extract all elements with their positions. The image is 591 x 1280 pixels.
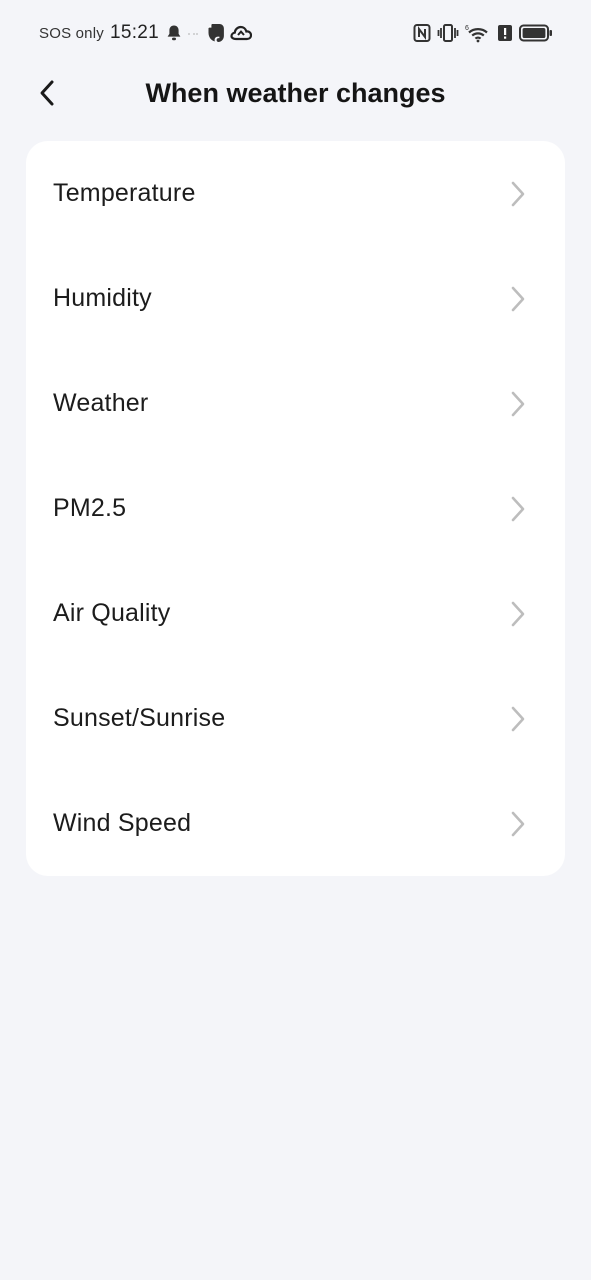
vibrate-icon xyxy=(437,23,459,43)
clock: 15:21 xyxy=(109,22,160,43)
condition-item-temperature[interactable]: Temperature xyxy=(26,141,565,246)
page-title: When weather changes xyxy=(145,78,446,108)
cloud-icon xyxy=(230,24,253,42)
condition-item-weather[interactable]: Weather xyxy=(26,351,565,456)
battery-icon xyxy=(519,24,553,42)
chevron-right-icon xyxy=(508,390,528,418)
chevron-right-icon xyxy=(508,705,528,733)
header: When weather changes xyxy=(0,66,591,120)
notification-dots-icon xyxy=(186,30,200,36)
chevron-right-icon xyxy=(508,180,528,208)
wifi-icon: 6 xyxy=(465,23,491,43)
chevron-right-icon xyxy=(508,285,528,313)
condition-label: Humidity xyxy=(53,284,152,312)
svg-text:6: 6 xyxy=(465,25,469,32)
status-left: SOS only 15:21 xyxy=(39,20,253,46)
condition-label: Temperature xyxy=(53,179,196,207)
bell-icon xyxy=(166,24,182,42)
chevron-right-icon xyxy=(508,810,528,838)
carrier-text: SOS only xyxy=(39,24,104,42)
evernote-icon xyxy=(206,22,226,44)
status-right: 6 xyxy=(413,20,553,46)
chevron-right-icon xyxy=(508,495,528,523)
alert-icon xyxy=(497,23,513,43)
conditions-card: Temperature Humidity Weather PM2.5 Air Q… xyxy=(26,141,565,876)
chevron-right-icon xyxy=(508,600,528,628)
condition-item-wind-speed[interactable]: Wind Speed xyxy=(26,771,565,876)
condition-item-sunset-sunrise[interactable]: Sunset/Sunrise xyxy=(26,666,565,771)
status-bar: SOS only 15:21 6 xyxy=(0,0,591,66)
condition-label: PM2.5 xyxy=(53,494,127,522)
condition-item-air-quality[interactable]: Air Quality xyxy=(26,561,565,666)
condition-item-pm25[interactable]: PM2.5 xyxy=(26,456,565,561)
condition-label: Sunset/Sunrise xyxy=(53,704,226,732)
condition-label: Weather xyxy=(53,389,149,417)
condition-label: Wind Speed xyxy=(53,809,192,837)
condition-label: Air Quality xyxy=(53,599,171,627)
condition-item-humidity[interactable]: Humidity xyxy=(26,246,565,351)
nfc-icon xyxy=(413,23,431,43)
